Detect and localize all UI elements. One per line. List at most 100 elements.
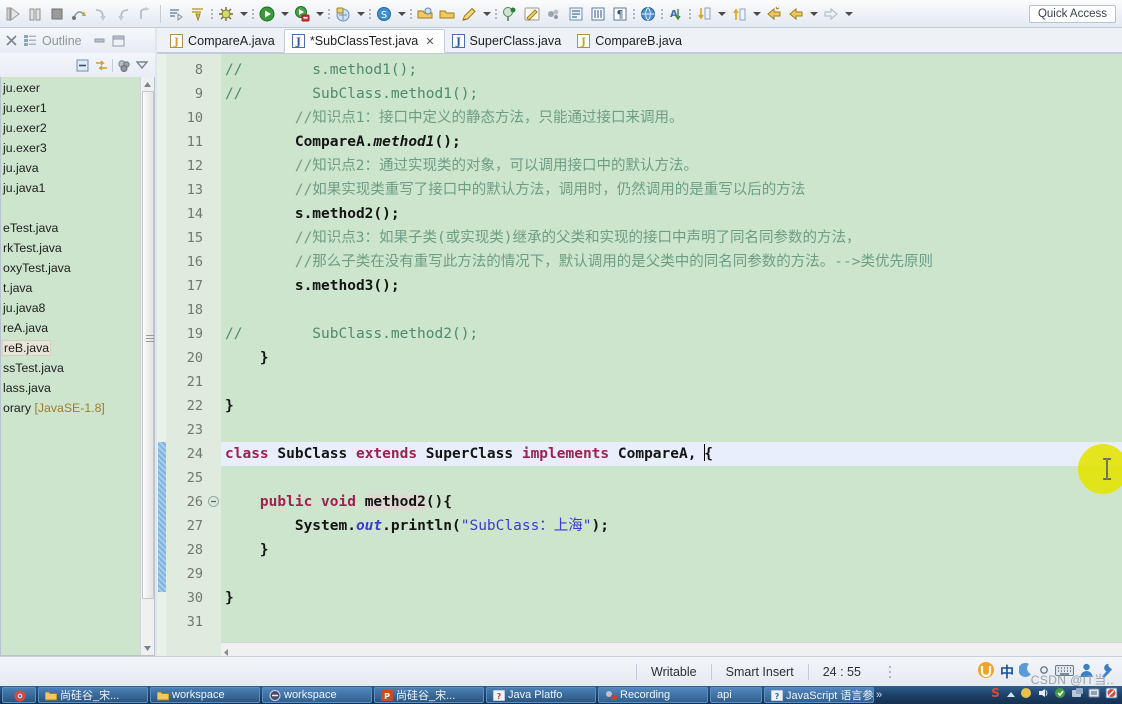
tree-item[interactable]: oxyTest.java <box>1 258 142 278</box>
code-line[interactable] <box>221 418 1122 442</box>
scroll-left-arrow[interactable] <box>223 645 230 656</box>
fold-collapse-icon[interactable] <box>208 490 221 514</box>
code-line[interactable] <box>221 466 1122 490</box>
taskbar-item-eclipse[interactable]: workspace <box>262 687 372 703</box>
block-selection-icon[interactable] <box>587 2 609 26</box>
debug-dropdown-arrow[interactable] <box>237 2 250 26</box>
close-icon[interactable] <box>4 35 18 47</box>
step-return-icon[interactable] <box>112 2 134 26</box>
drop-to-frame-icon[interactable] <box>187 2 209 26</box>
highlight-icon[interactable] <box>521 2 543 26</box>
back-icon[interactable] <box>763 2 785 26</box>
horizontal-scrollbar[interactable] <box>221 642 1122 656</box>
sogou-icon[interactable]: S <box>989 686 1002 704</box>
debug-icon[interactable] <box>215 2 237 26</box>
code-line[interactable]: //知识点1：接口中定义的静态方法，只能通过接口来调用。 <box>221 106 1122 130</box>
tree-item[interactable]: lass.java <box>1 378 142 398</box>
taskbar-item-workspace-folder[interactable]: workspace <box>150 687 260 703</box>
code-line[interactable]: CompareA.method1(); <box>221 130 1122 154</box>
speaker-icon[interactable] <box>1037 686 1050 704</box>
code-line[interactable]: } <box>221 538 1122 562</box>
code-line[interactable]: } <box>221 394 1122 418</box>
tree-item[interactable]: ju.exer <box>1 78 142 98</box>
code-line[interactable]: s.method3(); <box>221 274 1122 298</box>
minimize-icon[interactable] <box>93 35 107 47</box>
package-explorer-tree[interactable]: ju.exer ju.exer1 ju.exer2 ju.exer3 ju.ja… <box>0 77 155 656</box>
code-text[interactable]: // s.method1(); // SubClass.method1(); /… <box>221 54 1122 656</box>
toggle-breakpoint-icon[interactable] <box>543 2 565 26</box>
open-resource-icon[interactable] <box>436 2 458 26</box>
tree-item[interactable]: ju.exer3 <box>1 138 142 158</box>
use-step-filters-icon[interactable] <box>165 2 187 26</box>
taskbar-item-recording[interactable]: Recording <box>598 687 708 703</box>
code-line[interactable]: //知识点3：如果子类(或实现类)继承的父类和实现的接口中声明了同名同参数的方法… <box>221 226 1122 250</box>
code-line[interactable]: // SubClass.method2(); <box>221 322 1122 346</box>
code-line[interactable]: } <box>221 346 1122 370</box>
quick-access-box[interactable]: Quick Access <box>1028 4 1116 23</box>
search-icon[interactable]: S <box>373 2 395 26</box>
tree-item-library[interactable]: orary [JavaSE-1.8] <box>1 398 142 418</box>
maximize-icon[interactable] <box>112 35 126 47</box>
external-tools-arrow[interactable] <box>354 2 367 26</box>
filter-icon[interactable] <box>117 59 131 72</box>
taskbar-item-javascript-ref[interactable]: ? JavaScript 语言参考 <box>764 687 874 703</box>
collapse-all-icon[interactable] <box>76 59 90 71</box>
coverage-dropdown-arrow[interactable] <box>313 2 326 26</box>
scrollbar-thumb[interactable] <box>142 91 154 599</box>
tree-item[interactable]: rkTest.java <box>1 238 142 258</box>
run-icon[interactable] <box>256 2 278 26</box>
tree-item[interactable]: ju.java8 <box>1 298 142 318</box>
previous-annotation-arrow[interactable] <box>750 2 763 26</box>
external-tools-icon[interactable] <box>332 2 354 26</box>
code-line[interactable]: //知识点2：通过实现类的对象，可以调用接口中的默认方法。 <box>221 154 1122 178</box>
link-with-editor-icon[interactable] <box>94 59 108 71</box>
next-edit-icon[interactable] <box>820 2 842 26</box>
tree-item-selected[interactable]: reB.java <box>1 338 142 358</box>
chinese-mode-icon[interactable]: 中 <box>1000 662 1014 682</box>
forward-icon[interactable] <box>785 2 807 26</box>
tree-item[interactable]: ju.java1 <box>1 178 142 198</box>
code-line[interactable] <box>221 298 1122 322</box>
pencil-icon[interactable] <box>458 2 480 26</box>
tree-item[interactable]: ju.java <box>1 158 142 178</box>
code-line[interactable]: //那么子类在没有重写此方法的情况下，默认调用的是父类中的同名同参数的方法。--… <box>221 250 1122 274</box>
code-line[interactable]: // s.method1(); <box>221 58 1122 82</box>
code-line[interactable] <box>221 562 1122 586</box>
next-edit-arrow[interactable] <box>842 2 855 26</box>
open-type-icon[interactable] <box>414 2 436 26</box>
network-icon[interactable] <box>1071 686 1084 704</box>
battery-icon[interactable] <box>1088 686 1101 704</box>
tree-item[interactable]: t.java <box>1 278 142 298</box>
taskbar-item-ppt[interactable]: P 尚硅谷_宋... <box>374 687 484 703</box>
coverage-icon[interactable] <box>291 2 313 26</box>
resume-icon[interactable] <box>2 2 24 26</box>
scroll-down-arrow[interactable] <box>141 641 155 655</box>
taskbar-item-chrome[interactable] <box>2 687 36 703</box>
code-editor[interactable]: 8 9 10 11 12 13 14 15 16 17 18 19 20 21 … <box>157 53 1122 656</box>
open-browser-icon[interactable] <box>637 2 659 26</box>
editor-tab-superclass[interactable]: J SuperClass.java <box>445 29 571 53</box>
code-line[interactable]: s.method2(); <box>221 202 1122 226</box>
taskbar-item-java-platform[interactable]: ? Java Platfo <box>486 687 596 703</box>
code-line[interactable] <box>221 370 1122 394</box>
code-line[interactable]: } <box>221 586 1122 610</box>
taskbar-item-folder1[interactable]: 尚硅谷_宋... <box>38 687 148 703</box>
step-over-icon[interactable] <box>68 2 90 26</box>
show-hidden-icon[interactable] <box>1006 686 1016 704</box>
tree-item[interactable]: eTest.java <box>1 218 142 238</box>
editor-tab-compareA[interactable]: J CompareA.java <box>163 29 284 53</box>
code-line[interactable] <box>221 610 1122 634</box>
show-outline-icon[interactable] <box>565 2 587 26</box>
tree-scrollbar[interactable] <box>140 77 154 655</box>
shield-icon[interactable] <box>1105 686 1118 704</box>
step-out-icon[interactable] <box>134 2 156 26</box>
scroll-up-arrow[interactable] <box>141 77 155 91</box>
code-line[interactable]: public void method2(){ <box>221 490 1122 514</box>
taskbar-item-api[interactable]: api <box>710 687 762 703</box>
tree-item[interactable]: reA.java <box>1 318 142 338</box>
toggle-marker-icon[interactable] <box>499 2 521 26</box>
forward-dropdown-arrow[interactable] <box>807 2 820 26</box>
code-line[interactable]: //如果实现类重写了接口中的默认方法，调用时，仍然调用的是重写以后的方法 <box>221 178 1122 202</box>
taskbar-overflow-chevron[interactable]: » <box>876 689 882 701</box>
volume-icon[interactable] <box>1020 686 1033 704</box>
